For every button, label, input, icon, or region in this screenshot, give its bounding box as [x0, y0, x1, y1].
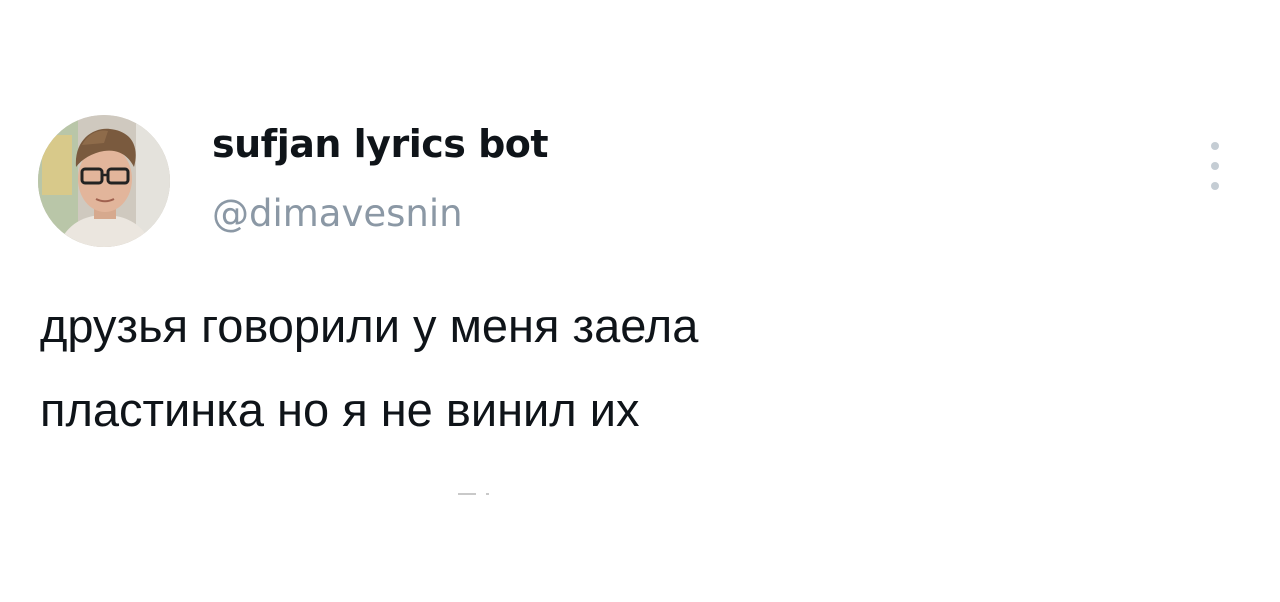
- more-vertical-icon: [1211, 162, 1219, 170]
- tweet-text-line: пластинка но я не винил их: [40, 383, 640, 436]
- tweet-card: sufjan lyrics bot @dimavesnin друзья гов…: [0, 0, 1280, 602]
- author-avatar[interactable]: [38, 115, 170, 247]
- divider-fragment: [458, 493, 498, 496]
- author-handle[interactable]: @dimavesnin: [212, 192, 463, 235]
- more-vertical-icon: [1211, 142, 1219, 150]
- avatar-photo-icon: [38, 115, 170, 247]
- more-vertical-icon: [1211, 182, 1219, 190]
- tweet-text-line: друзья говорили у меня заела: [40, 299, 699, 352]
- more-options-button[interactable]: [1200, 138, 1230, 194]
- tweet-text: друзья говорили у меня заела пластинка н…: [40, 284, 1220, 452]
- author-display-name[interactable]: sufjan lyrics bot: [212, 122, 549, 166]
